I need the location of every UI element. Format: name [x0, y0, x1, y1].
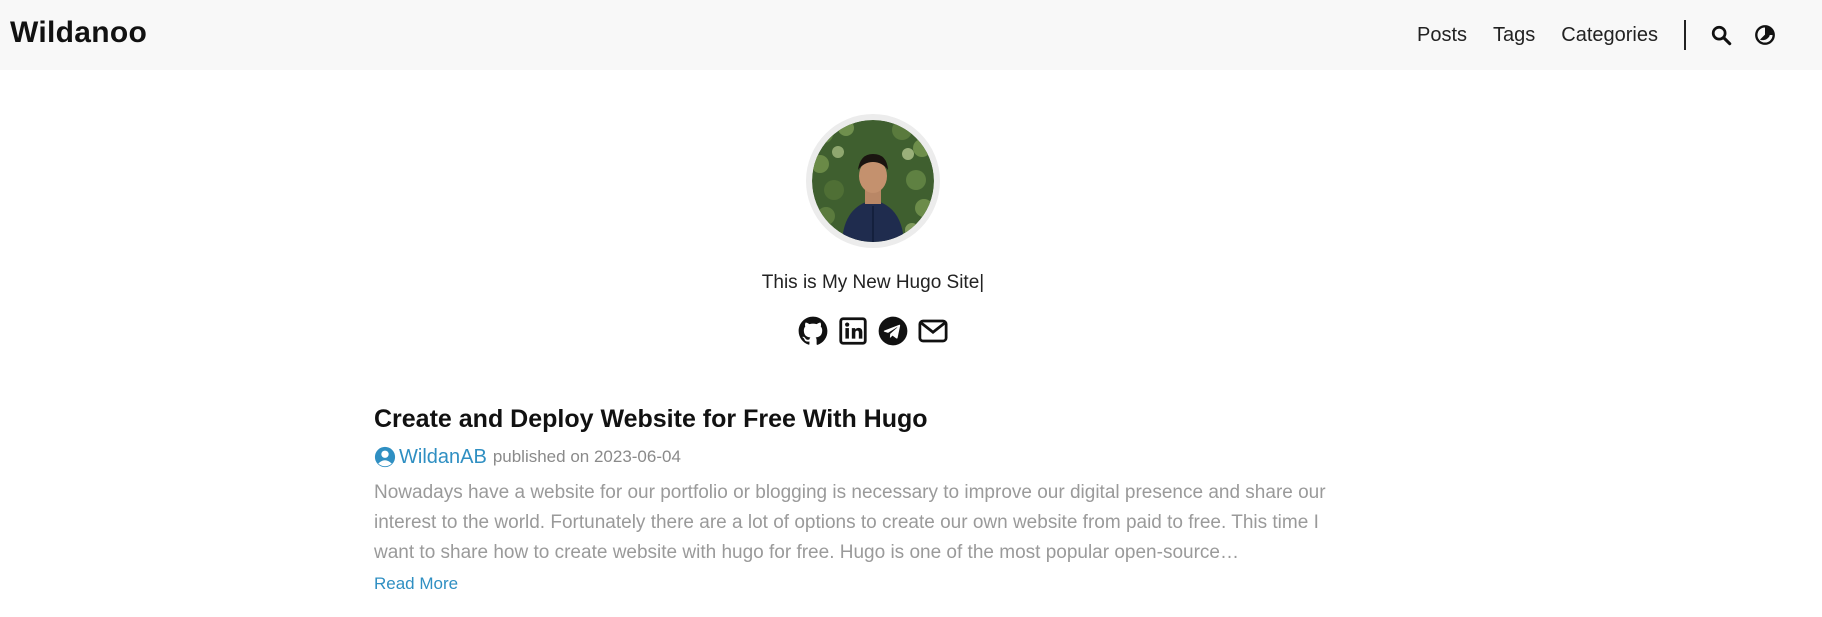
search-icon[interactable] [1708, 22, 1734, 48]
site-brand[interactable]: Wildanoo [10, 16, 147, 50]
post-summary: Nowadays have a website for our portfoli… [374, 482, 1326, 563]
nav-posts[interactable]: Posts [1417, 24, 1467, 47]
navbar: Wildanoo Posts Tags Categories [0, 0, 1822, 70]
theme-toggle-icon[interactable] [1752, 22, 1778, 48]
author-link[interactable]: WildanAB [399, 446, 487, 469]
post-meta: WildanAB published on 2023-06-04 [374, 444, 1374, 470]
post-entry: Create and Deploy Website for Free With … [374, 402, 1374, 594]
telegram-icon[interactable] [878, 316, 908, 346]
avatar-frame [806, 114, 940, 248]
nav-divider [1684, 20, 1686, 50]
read-more-link[interactable]: Read More [374, 574, 458, 594]
avatar [812, 120, 934, 242]
main-nav: Posts Tags Categories [1417, 0, 1822, 70]
nav-categories[interactable]: Categories [1561, 24, 1658, 47]
linkedin-icon[interactable] [838, 316, 868, 346]
nav-tags[interactable]: Tags [1493, 24, 1535, 47]
email-icon[interactable] [918, 316, 948, 346]
social-links [0, 316, 1746, 346]
site-subtitle: This is My New Hugo Site| [761, 272, 985, 293]
profile-section: This is My New Hugo Site| [0, 114, 1746, 346]
post-title[interactable]: Create and Deploy Website for Free With … [374, 402, 1374, 436]
user-circle-icon [374, 446, 396, 468]
github-icon[interactable] [798, 316, 828, 346]
published-date: published on 2023-06-04 [492, 447, 681, 466]
